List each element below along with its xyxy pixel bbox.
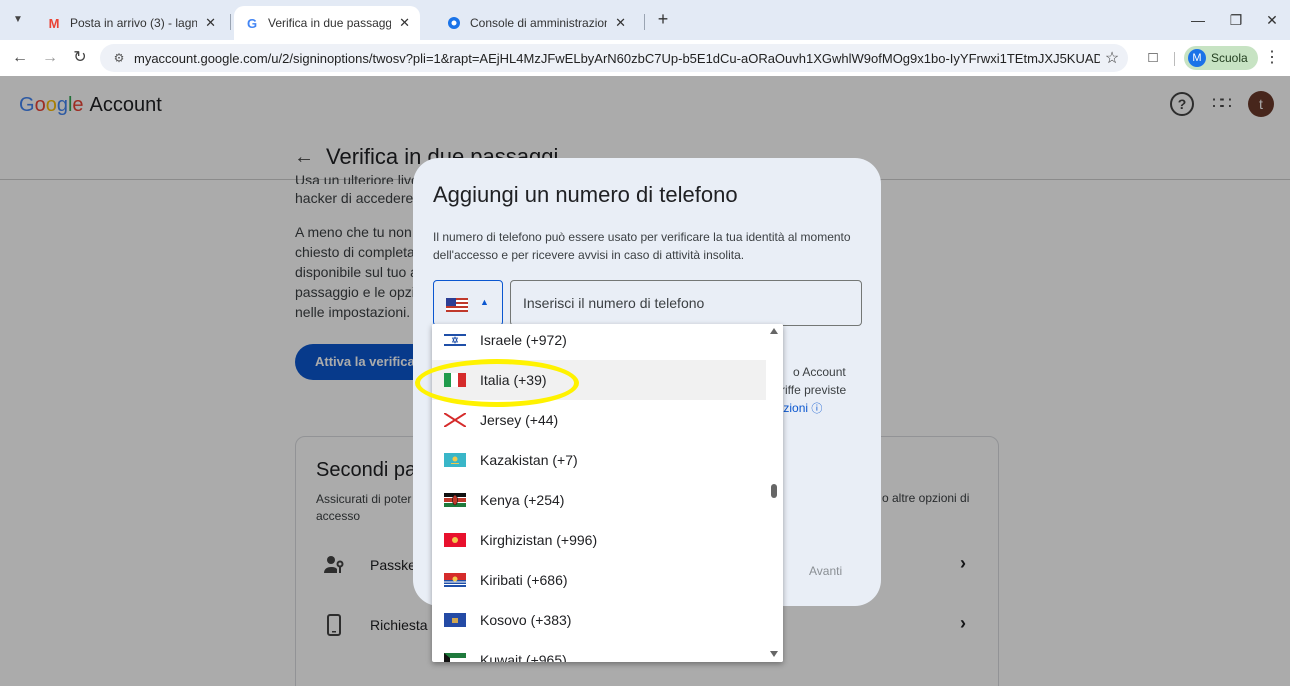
highlight-annotation-ring xyxy=(415,359,579,407)
gmail-icon: M xyxy=(48,15,60,31)
profile-avatar: M xyxy=(1188,49,1206,67)
back-icon[interactable]: ← xyxy=(8,46,32,70)
new-tab-button[interactable]: + xyxy=(652,8,674,30)
phone-number-input[interactable] xyxy=(510,280,862,326)
close-icon[interactable]: ✕ xyxy=(399,15,410,31)
tab-divider xyxy=(230,14,231,30)
tab-gmail[interactable]: M Posta in arrivo (3) - lagna.marco ✕ xyxy=(36,6,226,40)
country-label: Kosovo (+383) xyxy=(480,612,572,628)
browser-menu-icon[interactable]: ⋮ xyxy=(1262,46,1282,70)
kiribati-flag-icon xyxy=(444,573,466,587)
dropdown-scrollbar[interactable] xyxy=(766,324,783,662)
close-window-icon[interactable]: ✕ xyxy=(1252,8,1290,32)
help-circle-icon: ⓘ xyxy=(811,403,823,415)
url-text: myaccount.google.com/u/2/signinoptions/t… xyxy=(134,50,1100,66)
list-item-kosovo[interactable]: Kosovo (+383) xyxy=(432,600,766,640)
tab-label: Verifica in due passaggi xyxy=(268,16,392,30)
country-label: Kuwait (+965) xyxy=(480,652,567,662)
reload-icon[interactable]: ↻ xyxy=(68,46,92,70)
dialog-title: Aggiungi un numero di telefono xyxy=(433,182,738,207)
scroll-down-arrow-icon[interactable] xyxy=(770,651,778,657)
restore-icon[interactable]: ❐ xyxy=(1216,8,1256,32)
list-item-kirghizistan[interactable]: Kirghizistan (+996) xyxy=(432,520,766,560)
next-button[interactable]: Avanti xyxy=(809,564,842,578)
site-settings-icon[interactable]: ⚙ xyxy=(110,49,128,67)
list-item-kuwait[interactable]: Kuwait (+965) xyxy=(432,640,766,662)
tab-divider xyxy=(644,14,645,30)
extensions-icon[interactable]: □ xyxy=(1143,48,1163,68)
close-icon[interactable]: ✕ xyxy=(205,15,216,31)
list-item-kazakistan[interactable]: Kazakistan (+7) xyxy=(432,440,766,480)
list-item-kenya[interactable]: Kenya (+254) xyxy=(432,480,766,520)
profile-label: Scuola xyxy=(1211,51,1248,65)
country-label: Israele (+972) xyxy=(480,332,567,348)
kuwait-flag-icon xyxy=(444,653,466,662)
country-label: Kazakistan (+7) xyxy=(480,452,578,468)
toolbar-divider xyxy=(1174,52,1175,66)
list-item-israele[interactable]: Israele (+972) xyxy=(432,324,766,360)
forward-icon[interactable]: → xyxy=(38,46,62,70)
kyrgyzstan-flag-icon xyxy=(444,533,466,547)
country-code-select[interactable]: ▲ xyxy=(433,280,503,326)
kazakhstan-flag-icon xyxy=(444,453,466,467)
admin-console-icon xyxy=(446,15,462,31)
caret-up-icon: ▲ xyxy=(480,297,489,307)
minimize-icon[interactable]: — xyxy=(1178,8,1218,32)
dialog-description: Il numero di telefono può essere usato p… xyxy=(433,230,851,262)
tab-admin[interactable]: Console di amministrazione - S ✕ xyxy=(436,6,636,40)
address-bar[interactable]: ⚙ myaccount.google.com/u/2/signinoptions… xyxy=(100,44,1128,72)
israel-flag-icon xyxy=(444,333,466,347)
tab-label: Console di amministrazione - S xyxy=(470,16,607,30)
kosovo-flag-icon xyxy=(444,613,466,627)
country-label: Kirghizistan (+996) xyxy=(480,532,598,548)
scrollbar-thumb[interactable] xyxy=(771,484,777,498)
browser-toolbar: ← → ↻ ⚙ myaccount.google.com/u/2/signino… xyxy=(0,40,1290,76)
scroll-up-arrow-icon[interactable] xyxy=(770,328,778,334)
kenya-flag-icon xyxy=(444,493,466,507)
tab-verifica[interactable]: G Verifica in due passaggi ✕ xyxy=(234,6,420,40)
browser-tab-strip: ▼ M Posta in arrivo (3) - lagna.marco ✕ … xyxy=(0,0,1290,40)
tab-label: Posta in arrivo (3) - lagna.marco xyxy=(70,16,198,30)
tab-search-icon[interactable]: ▼ xyxy=(8,10,28,30)
country-label: Kenya (+254) xyxy=(480,492,565,508)
us-flag-icon xyxy=(446,298,468,312)
country-label: Jersey (+44) xyxy=(480,412,559,428)
profile-button[interactable]: M Scuola xyxy=(1184,46,1258,70)
dialog-text-fragment: o Account xyxy=(793,365,846,379)
google-icon: G xyxy=(246,15,258,31)
country-label: Kiribati (+686) xyxy=(480,572,568,588)
list-item-kiribati[interactable]: Kiribati (+686) xyxy=(432,560,766,600)
close-icon[interactable]: ✕ xyxy=(615,15,626,31)
bookmark-star-icon[interactable]: ☆ xyxy=(1100,48,1124,68)
jersey-flag-icon xyxy=(444,413,466,427)
